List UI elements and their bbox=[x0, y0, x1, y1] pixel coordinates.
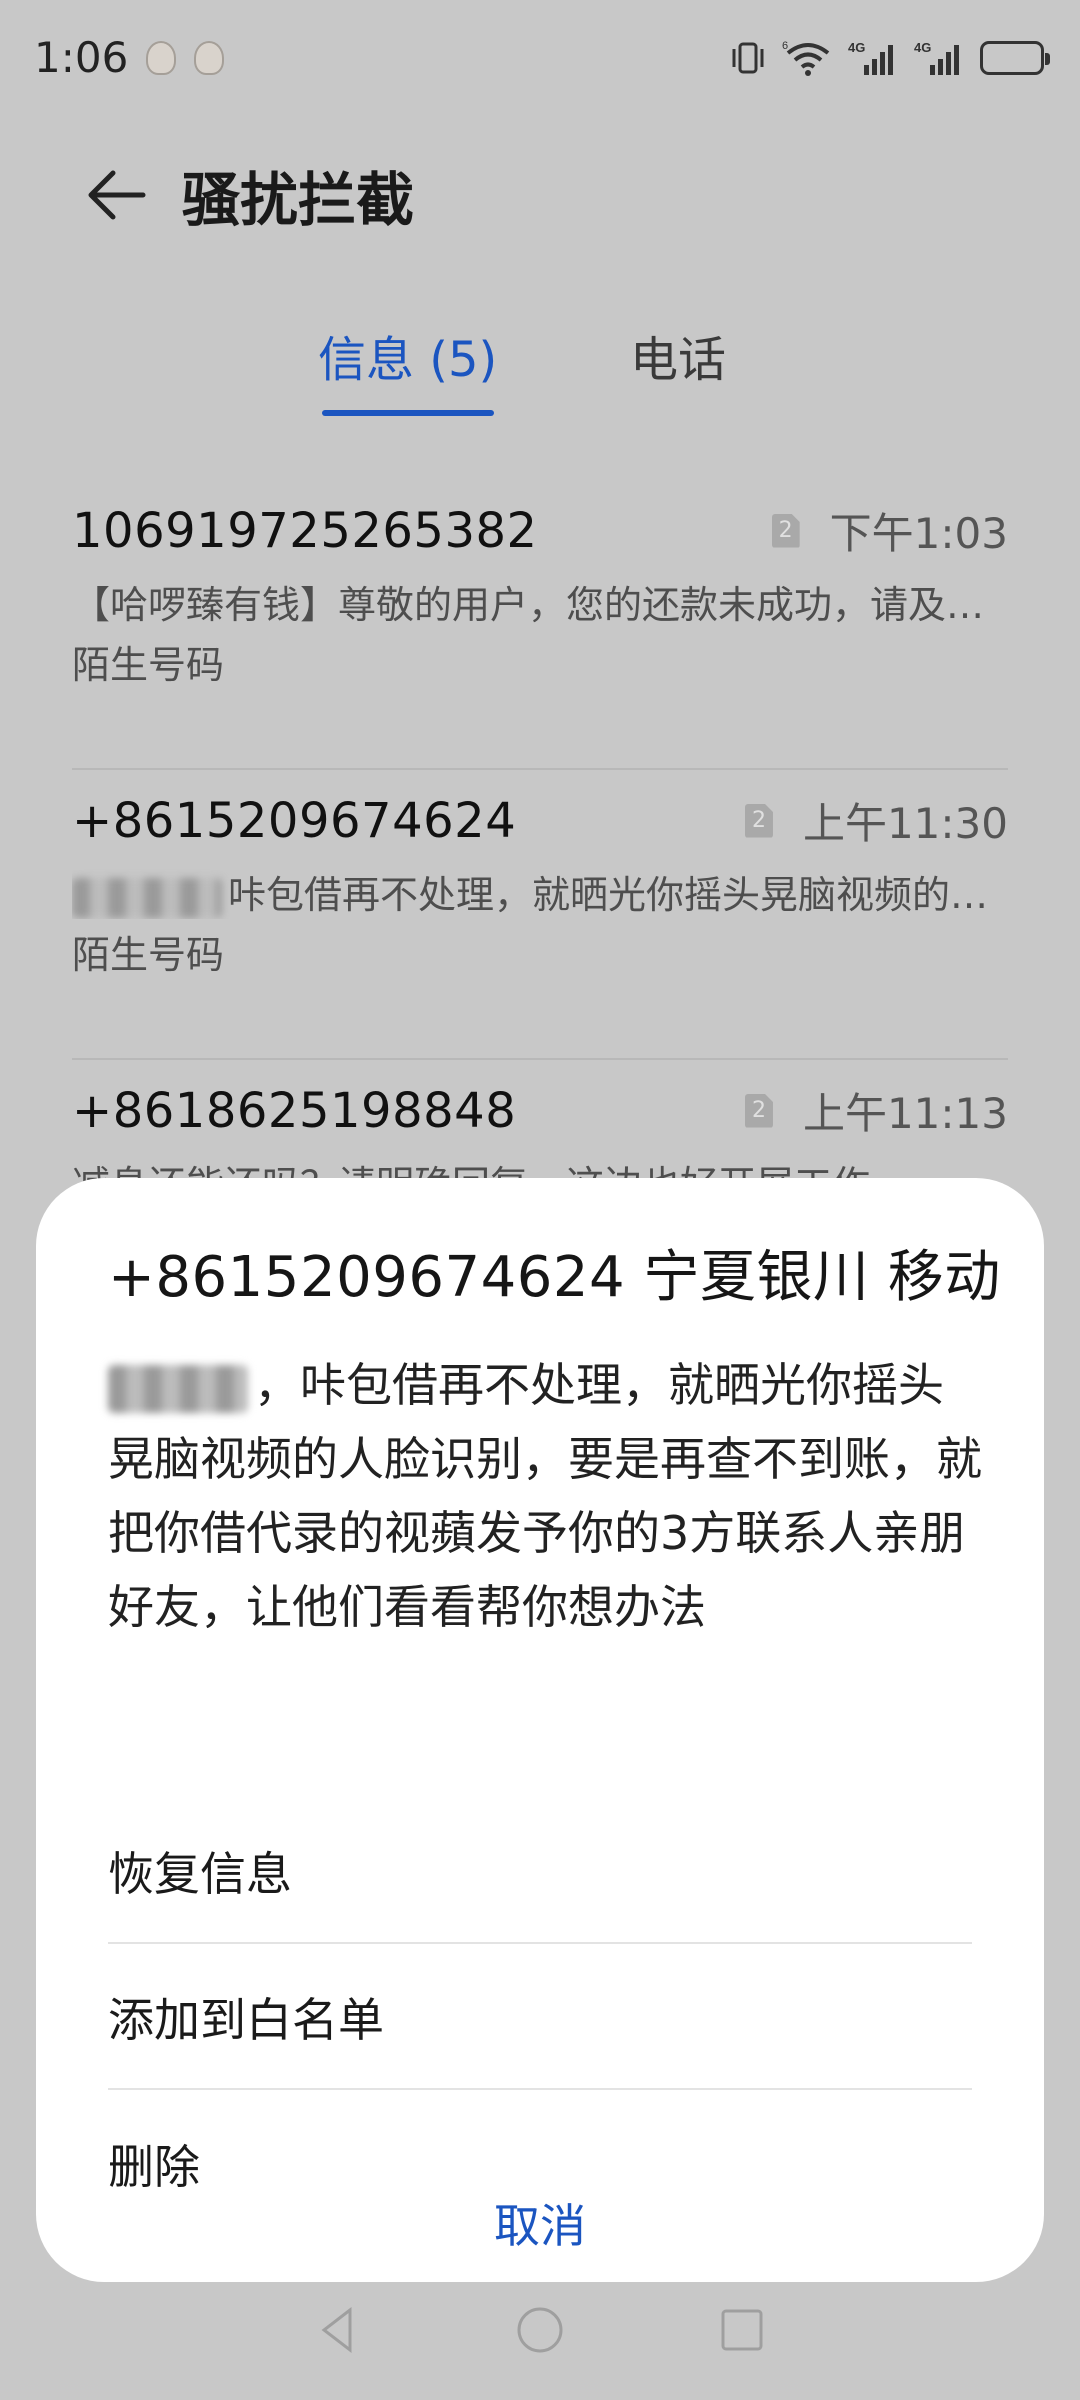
back-arrow-icon bbox=[88, 170, 146, 220]
page-title: 骚扰拦截 bbox=[182, 166, 415, 234]
sim-card-icon: 2 bbox=[771, 513, 800, 548]
message-preview: 【哈啰臻有钱】尊敬的用户，您的还款未成功，请及时处理 bbox=[72, 583, 1008, 627]
nav-back-icon[interactable] bbox=[312, 2304, 364, 2356]
message-preview-text: 咔包借再不处理，就晒光你摇头晃脑视频的人脸识别 bbox=[228, 873, 1008, 917]
app-header: 骚扰拦截 bbox=[0, 140, 1080, 250]
wifi-icon: 6 bbox=[782, 39, 834, 77]
battery-icon bbox=[980, 40, 1050, 75]
status-right: 6 4G 4G bbox=[728, 39, 1050, 77]
message-meta: 2 上午11:30 bbox=[744, 790, 1008, 851]
add-to-whitelist-label: 添加到白名单 bbox=[108, 1993, 384, 2047]
sim-card-icon: 2 bbox=[744, 1093, 773, 1128]
wifi-badge-text: 6 bbox=[782, 40, 788, 52]
restore-message-button[interactable]: 恢复信息 bbox=[108, 1800, 972, 1944]
network-label: 4G bbox=[914, 40, 931, 55]
cancel-label: 取消 bbox=[494, 2199, 586, 2253]
notification-avatar-icon bbox=[146, 40, 177, 75]
message-tag: 陌生号码 bbox=[72, 643, 225, 687]
back-button[interactable] bbox=[60, 140, 170, 250]
message-time: 上午11:30 bbox=[802, 799, 1008, 848]
tab-messages[interactable]: 信息 (5) bbox=[318, 320, 497, 420]
vibrate-icon bbox=[728, 39, 768, 77]
tab-bar: 信息 (5) 电话 bbox=[0, 320, 1080, 420]
message-preview: 咔包借再不处理，就晒光你摇头晃脑视频的人脸识别 bbox=[72, 864, 1008, 919]
signal-4g-icon: 4G bbox=[848, 39, 900, 77]
message-header-row: +8618625198848 2 上午11:13 bbox=[72, 1080, 1008, 1141]
tab-calls[interactable]: 电话 bbox=[630, 320, 726, 420]
message-meta: 2 上午11:13 bbox=[744, 1080, 1008, 1141]
network-label: 4G bbox=[848, 40, 865, 55]
message-time: 上午11:13 bbox=[802, 1089, 1008, 1138]
tab-calls-label: 电话 bbox=[630, 332, 727, 388]
message-item[interactable]: 106919725265382 2 下午1:03 【哈啰臻有钱】尊敬的用户，您的… bbox=[72, 480, 1008, 770]
sheet-message-body: ，咔包借再不处理，就晒光你摇头晃脑视频的人脸识别，要是再查不到账，就把你借代录的… bbox=[108, 1348, 988, 1644]
notification-avatar-icon bbox=[194, 40, 225, 75]
sheet-title: +8615209674624 宁夏银川 移动 bbox=[108, 1245, 1001, 1310]
message-time: 下午1:03 bbox=[829, 509, 1008, 558]
message-item[interactable]: +8615209674624 2 上午11:30 咔包借再不处理，就晒光你摇头晃… bbox=[72, 770, 1008, 1060]
tab-active-indicator bbox=[321, 410, 494, 416]
message-sender: +8618625198848 bbox=[72, 1082, 517, 1139]
message-sender: +8615209674624 bbox=[72, 792, 517, 849]
nav-recents-icon[interactable] bbox=[716, 2304, 768, 2356]
sim-card-icon: 2 bbox=[744, 803, 773, 838]
status-left: 1:06 bbox=[34, 33, 225, 82]
message-sender: 106919725265382 bbox=[72, 502, 538, 559]
status-time: 1:06 bbox=[34, 33, 129, 82]
message-header-row: +8615209674624 2 上午11:30 bbox=[72, 790, 1008, 851]
message-detail-sheet: +8615209674624 宁夏银川 移动 ，咔包借再不处理，就晒光你摇头晃脑… bbox=[36, 1178, 1044, 2282]
nav-home-icon[interactable] bbox=[514, 2304, 566, 2356]
restore-message-label: 恢复信息 bbox=[108, 1847, 292, 1901]
message-tag: 陌生号码 bbox=[72, 933, 225, 977]
cancel-button[interactable]: 取消 bbox=[36, 2178, 1044, 2268]
status-bar: 1:06 6 4G 4G bbox=[0, 0, 1080, 115]
message-meta: 2 下午1:03 bbox=[771, 500, 1008, 561]
redacted-blur bbox=[108, 1364, 248, 1413]
add-to-whitelist-button[interactable]: 添加到白名单 bbox=[108, 1946, 972, 2090]
redacted-blur bbox=[72, 877, 222, 918]
message-header-row: 106919725265382 2 下午1:03 bbox=[72, 500, 1008, 561]
tab-messages-label: 信息 (5) bbox=[318, 332, 498, 388]
signal-4g-icon: 4G bbox=[914, 39, 966, 77]
